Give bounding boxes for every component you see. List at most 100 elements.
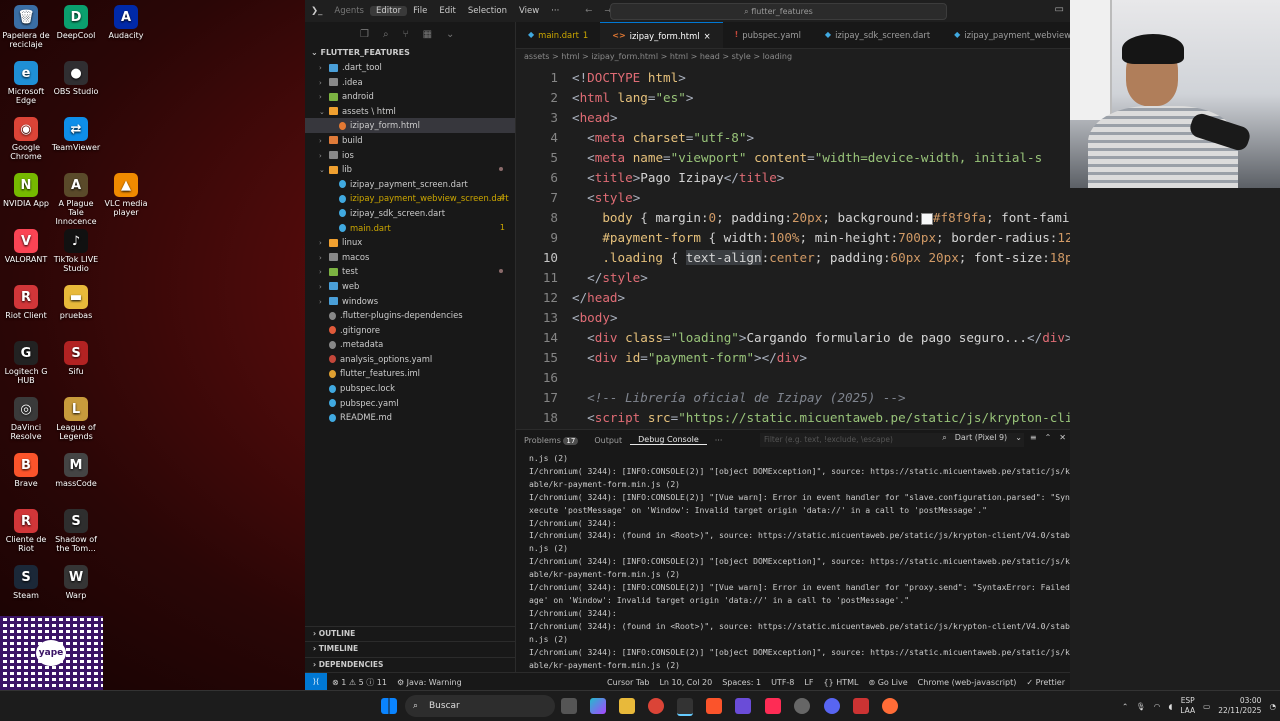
status-problems[interactable]: ⊗ 1 ⚠ 5 ⓘ 11 (327, 677, 392, 688)
code-line[interactable]: 13 <body> (516, 308, 1070, 328)
status-item[interactable]: UTF-8 (766, 678, 799, 687)
code-line[interactable]: 1 <!DOCTYPE html> (516, 68, 1070, 88)
brave-icon[interactable] (706, 698, 722, 714)
code-line[interactable]: 5 <meta name="viewport" content="width=d… (516, 148, 1070, 168)
code-line[interactable]: 4 <meta charset="utf-8"> (516, 128, 1070, 148)
status-item[interactable]: Cursor Tab (602, 678, 654, 687)
tree-file[interactable]: main.dart 1 (305, 221, 515, 236)
desktop-icon-league-of-legends[interactable]: L League of Legends (50, 397, 102, 441)
desktop-icon-riot-client[interactable]: R Riot Client (0, 285, 52, 320)
tiktok-icon[interactable] (765, 698, 781, 714)
tree-folder[interactable]: ⌄ lib (305, 162, 515, 177)
tree-folder[interactable]: › .idea (305, 75, 515, 90)
volume-icon[interactable]: ◖ (1168, 702, 1172, 711)
tree-folder[interactable]: › .dart_tool (305, 60, 515, 75)
desktop-icon-pruebas[interactable]: ▬ pruebas (50, 285, 102, 320)
clear-console-icon[interactable]: ≡ (1030, 433, 1037, 443)
desktop-icon-sifu[interactable]: S Sifu (50, 341, 102, 376)
explorer-root-title[interactable]: ⌄ FLUTTER_FEATURES (305, 46, 515, 60)
chevron-up-icon[interactable]: ⌃ (1045, 433, 1052, 443)
desktop-icon-a-plague-tale-innocence[interactable]: AA Plague Tale Innocence (50, 173, 102, 226)
menu-edit[interactable]: Edit (433, 6, 461, 16)
code-line[interactable]: 8 body { margin:0; padding:20px; backgro… (516, 208, 1070, 228)
status-item[interactable]: {} HTML (818, 678, 863, 687)
code-line[interactable]: 9 #payment-form { width:100%; min-height… (516, 228, 1070, 248)
tree-file[interactable]: README.md (305, 410, 515, 425)
network-icon[interactable]: ▭ (1203, 702, 1210, 711)
tree-file[interactable]: pubspec.yaml (305, 396, 515, 411)
notification-icon[interactable]: ◔ (1269, 702, 1276, 711)
tree-folder[interactable]: › build (305, 133, 515, 148)
tree-folder[interactable]: › test (305, 264, 515, 279)
section-dependencies[interactable]: › DEPENDENCIES (305, 656, 515, 673)
desktop-icon-papelera-de-reciclaje[interactable]: 🗑 Papelera de reciclaje (0, 5, 52, 49)
language-indicator[interactable]: ESP LAA (1180, 696, 1195, 716)
file-explorer-icon[interactable] (619, 698, 635, 714)
discord-icon[interactable] (824, 698, 840, 714)
editor-tab[interactable]: <> izipay_form.html × (600, 22, 723, 49)
code-line[interactable]: 15 <div id="payment-form"></div> (516, 348, 1070, 368)
microphone-icon[interactable]: 🎙 (1136, 702, 1146, 711)
code-line[interactable]: 17 <!-- Librería oficial de Izipay (2025… (516, 388, 1070, 408)
code-line[interactable]: 6 <title>Pago Izipay</title> (516, 168, 1070, 188)
editor-tab[interactable]: ◆ izipay_sdk_screen.dart (813, 22, 942, 48)
code-line[interactable]: 3 <head> (516, 108, 1070, 128)
code-line[interactable]: 2 <html lang="es"> (516, 88, 1070, 108)
tree-folder[interactable]: › macos (305, 250, 515, 265)
tab-more[interactable]: ··· (707, 436, 731, 445)
desktop-icon-logitech-g-hub[interactable]: G Logitech G HUB (0, 341, 52, 385)
status-item[interactable]: ✓ Prettier (1021, 678, 1070, 687)
typeface-icon[interactable] (853, 698, 869, 714)
desktop-icon-cliente-de-riot[interactable]: R Cliente de Riot (0, 509, 52, 553)
chevron-down-icon[interactable]: ⌄ (1015, 433, 1022, 443)
wifi-icon[interactable]: ◠ (1154, 702, 1161, 711)
back-arrow-icon[interactable]: ← (579, 6, 598, 16)
chevron-down-icon[interactable]: ⌄ (446, 29, 454, 40)
tree-file[interactable]: .gitignore (305, 323, 515, 338)
close-icon[interactable]: × (704, 23, 711, 49)
device-select[interactable]: Dart (Pixel 9) (955, 433, 1007, 443)
desktop-icon-shadow-of-the-tom-[interactable]: S Shadow of the Tom... (50, 509, 102, 553)
menu-file[interactable]: File (407, 6, 433, 16)
games-icon[interactable] (735, 698, 751, 714)
command-center-search[interactable]: ⌕ flutter_features (610, 3, 947, 20)
desktop-icon-vlc-media-player[interactable]: ▲ VLC media player (100, 173, 152, 217)
source-control-icon[interactable]: ⑂ (403, 29, 409, 40)
postman-icon[interactable] (882, 698, 898, 714)
extensions-icon[interactable]: ▦ (423, 29, 432, 40)
desktop-icon-obs-studio[interactable]: ● OBS Studio (50, 61, 102, 96)
status-item[interactable]: ⊚ Go Live (863, 678, 912, 687)
desktop-icon-google-chrome[interactable]: ◉ Google Chrome (0, 117, 52, 161)
files-icon[interactable]: ❐ (360, 29, 369, 40)
status-item[interactable]: Ln 10, Col 20 (654, 678, 717, 687)
code-line[interactable]: 18 <script src="https://static.micuentaw… (516, 408, 1070, 428)
remote-icon[interactable]: ⟩⟨ (305, 673, 327, 691)
tree-folder[interactable]: ⌄ assets \ html (305, 104, 515, 119)
desktop-icon-masscode[interactable]: MmassCode (50, 453, 102, 488)
tree-folder[interactable]: › windows (305, 294, 515, 309)
chevron-up-icon[interactable]: ⌃ (1122, 702, 1128, 711)
section-outline[interactable]: › OUTLINE (305, 625, 515, 642)
code-line[interactable]: 10 .loading { text-align:center; padding… (516, 248, 1070, 268)
code-line[interactable]: 14 <div class="loading">Cargando formula… (516, 328, 1070, 348)
code-editor[interactable]: 1 <!DOCTYPE html> 2 <html lang="es"> 3 <head>… (516, 68, 1070, 429)
chrome-icon[interactable] (648, 698, 664, 714)
tree-file[interactable]: izipay_form.html (305, 118, 515, 133)
editor-tab[interactable]: ! pubspec.yaml (723, 22, 813, 48)
close-icon[interactable]: ✕ (1059, 433, 1066, 443)
tree-folder[interactable]: › linux (305, 235, 515, 250)
desktop-icon-warp[interactable]: W Warp (50, 565, 102, 600)
desktop-icon-audacity[interactable]: A Audacity (100, 5, 152, 40)
desktop-icon-microsoft-edge[interactable]: e Microsoft Edge (0, 61, 52, 105)
tree-file[interactable]: .flutter-plugins-dependencies (305, 308, 515, 323)
menu-agents[interactable]: Agents (328, 6, 370, 16)
vscode-icon[interactable] (677, 698, 693, 716)
search-icon[interactable]: ⌕ (383, 29, 389, 40)
desktop-icon-davinci-resolve[interactable]: ◎ DaVinci Resolve (0, 397, 52, 441)
menu-selection[interactable]: Selection (462, 6, 513, 16)
taskbar-search[interactable]: ⌕ Buscar (405, 695, 555, 717)
editor-tab[interactable]: ◆ main.dart 1 (516, 22, 600, 48)
desktop-icon-brave[interactable]: B Brave (0, 453, 52, 488)
menu-more[interactable]: ··· (545, 6, 565, 16)
code-line[interactable]: 16 (516, 368, 1070, 388)
